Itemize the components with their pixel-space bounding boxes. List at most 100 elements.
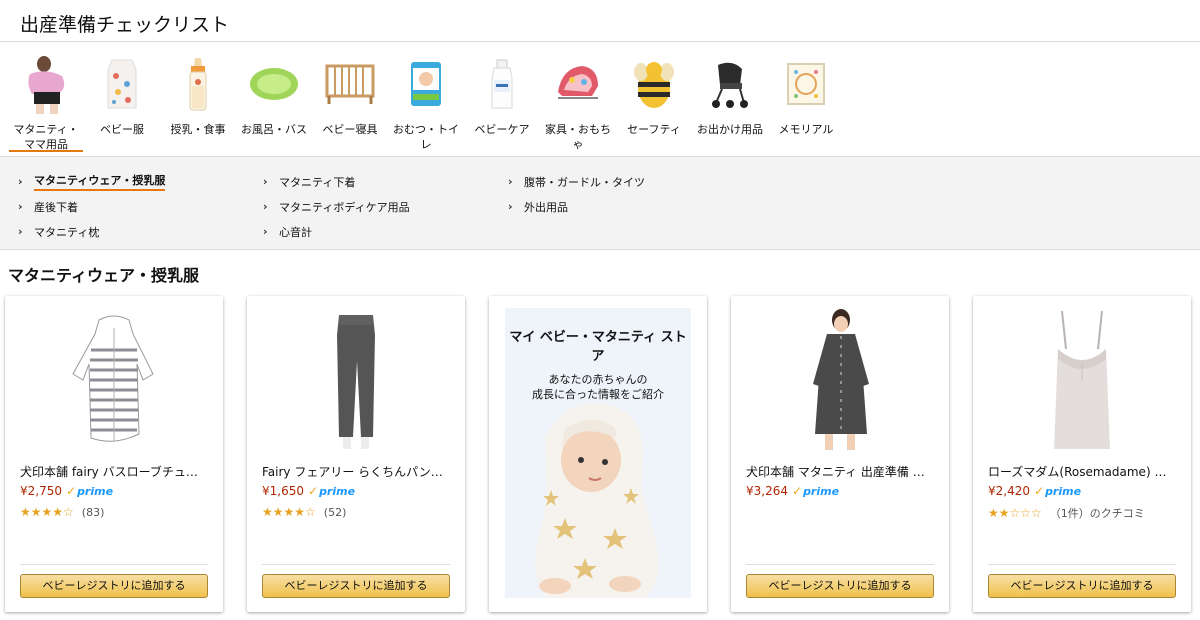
- category-furniture-toys[interactable]: 家具・おもちゃ: [540, 52, 616, 156]
- category-label: お風呂・バス: [241, 123, 307, 136]
- subnav-label: マタニティウェア・授乳服: [34, 172, 166, 191]
- diapers-icon: [394, 52, 458, 116]
- check-icon: ✓: [792, 484, 803, 498]
- category-memorial[interactable]: メモリアル: [768, 52, 844, 156]
- category-label: メモリアル: [778, 123, 834, 136]
- stroller-icon: [698, 52, 762, 116]
- category-diapers[interactable]: おむつ・トイレ: [388, 52, 464, 156]
- category-label: お出かけ用品: [697, 123, 763, 136]
- subnav-item-outing-goods[interactable]: › 外出用品: [508, 194, 645, 219]
- category-label: マタニティ・ママ用品: [9, 122, 83, 152]
- category-babycare[interactable]: ベビーケア: [464, 52, 540, 156]
- lotion-icon: [470, 52, 534, 116]
- category-label: おむつ・トイレ: [393, 123, 459, 151]
- category-label: ベビー寝具: [322, 123, 378, 136]
- page-header: 出産準備チェックリスト: [0, 0, 1200, 42]
- check-icon: ✓: [308, 484, 319, 498]
- maternity-icon: [14, 52, 78, 116]
- product-title[interactable]: 犬印本舗 fairy バスローブチュ…: [20, 463, 208, 480]
- category-label: ベビー服: [100, 123, 144, 136]
- product-title[interactable]: ローズマダム(Rosemadame) …: [988, 463, 1176, 480]
- review-count: （1件）のクチコミ: [1049, 507, 1145, 520]
- pants-image[interactable]: [247, 296, 465, 454]
- subnav-item-maternity-underwear[interactable]: › マタニティ下着: [263, 169, 410, 194]
- category-feeding[interactable]: 授乳・食事: [160, 52, 236, 156]
- price-row: ¥2,750 ✓ prime: [20, 484, 113, 498]
- subnav-label: 外出用品: [524, 200, 568, 214]
- chevron-right-icon: ›: [18, 175, 23, 188]
- star-rating: ★★★★☆: [20, 505, 74, 519]
- crib-icon: [318, 52, 382, 116]
- divider: [988, 564, 1176, 565]
- promo-heading: マイ ベビー・マタニティ ストア: [509, 330, 687, 364]
- chevron-right-icon: ›: [18, 225, 23, 238]
- category-nav: マタニティ・ママ用品 ベビー服 授乳・食事 お風呂・バス ベビー寝具 おむつ・ト…: [0, 42, 1200, 156]
- chevron-right-icon: ›: [508, 175, 513, 188]
- subnav-item-belly-band[interactable]: › 腹帯・ガードル・タイツ: [508, 169, 645, 194]
- camisole-image[interactable]: [973, 296, 1191, 454]
- product-price: ¥2,420: [988, 484, 1030, 498]
- category-outing[interactable]: お出かけ用品: [692, 52, 768, 156]
- prime-badge: ✓ prime: [792, 484, 840, 498]
- feeding-bottle-icon: [166, 52, 230, 116]
- product-rating[interactable]: ★★★★☆ (52): [262, 505, 346, 519]
- subnav-item-heartbeat-monitor[interactable]: › 心音計: [263, 219, 410, 244]
- product-card[interactable]: 犬印本舗 マタニティ 出産準備 … ¥3,264 ✓ prime ベビーレジストリ…: [731, 296, 949, 612]
- baby-photo-icon: [535, 403, 659, 598]
- category-bedding[interactable]: ベビー寝具: [312, 52, 388, 156]
- chevron-right-icon: ›: [263, 200, 268, 213]
- product-card[interactable]: ローズマダム(Rosemadame) … ¥2,420 ✓ prime ★★☆☆☆…: [973, 296, 1191, 612]
- page-title: 出産準備チェックリスト: [20, 14, 230, 36]
- add-to-registry-button[interactable]: ベビーレジストリに追加する: [262, 574, 450, 598]
- subnav-column: › マタニティウェア・授乳服 › 産後下着 › マタニティ枕: [18, 169, 166, 244]
- memorial-frame-icon: [774, 52, 838, 116]
- category-safety[interactable]: セーフティ: [616, 52, 692, 156]
- add-to-registry-button[interactable]: ベビーレジストリに追加する: [20, 574, 208, 598]
- category-label: 授乳・食事: [170, 123, 226, 136]
- subcategory-nav: › マタニティウェア・授乳服 › 産後下着 › マタニティ枕 › マタニティ下着 › マタ…: [0, 156, 1200, 250]
- prime-badge: ✓ prime: [308, 484, 356, 498]
- category-bath[interactable]: お風呂・バス: [236, 52, 312, 156]
- product-rating[interactable]: ★★★★☆ (83): [20, 505, 104, 519]
- product-carousel: 犬印本舗 fairy バスローブチュ… ¥2,750 ✓ prime ★★★★☆ …: [5, 296, 1200, 612]
- subnav-item-maternity-wear[interactable]: › マタニティウェア・授乳服: [18, 169, 166, 194]
- bouncer-icon: [546, 52, 610, 116]
- chevron-right-icon: ›: [263, 225, 268, 238]
- product-price: ¥3,264: [746, 484, 788, 498]
- store-promo-banner[interactable]: マイ ベビー・マタニティ ストア あなたの赤ちゃんの 成長に合った情報をご紹介: [505, 308, 691, 598]
- bathrobe-image[interactable]: [5, 296, 223, 454]
- section-title: マタニティウェア・授乳服: [8, 266, 200, 285]
- review-count: (52): [323, 505, 347, 519]
- subnav-column: › マタニティ下着 › マタニティボディケア用品 › 心音計: [263, 169, 410, 244]
- divider: [20, 564, 208, 565]
- add-to-registry-button[interactable]: ベビーレジストリに追加する: [988, 574, 1176, 598]
- product-card[interactable]: Fairy フェアリー らくちんパン… ¥1,650 ✓ prime ★★★★☆ …: [247, 296, 465, 612]
- prime-badge: ✓ prime: [1034, 484, 1082, 498]
- category-maternity[interactable]: マタニティ・ママ用品: [8, 52, 84, 156]
- baby-bath-icon: [242, 52, 306, 116]
- product-title[interactable]: Fairy フェアリー らくちんパン…: [262, 463, 450, 480]
- product-title[interactable]: 犬印本舗 マタニティ 出産準備 …: [746, 463, 934, 480]
- category-baby-clothes[interactable]: ベビー服: [84, 52, 160, 156]
- category-label: ベビーケア: [474, 123, 530, 136]
- chevron-right-icon: ›: [263, 175, 268, 188]
- subnav-item-postpartum-underwear[interactable]: › 産後下着: [18, 194, 165, 219]
- baby-clothes-icon: [90, 52, 154, 116]
- subnav-item-maternity-pillow[interactable]: › マタニティ枕: [18, 219, 165, 244]
- chevron-right-icon: ›: [508, 200, 513, 213]
- divider: [746, 564, 934, 565]
- product-rating[interactable]: ★★☆☆☆ （1件）のクチコミ: [988, 505, 1145, 521]
- price-row: ¥1,650 ✓ prime: [262, 484, 355, 498]
- bee-cushion-icon: [622, 52, 686, 116]
- dress-image[interactable]: [731, 296, 949, 454]
- subnav-item-body-care[interactable]: › マタニティボディケア用品: [263, 194, 410, 219]
- subnav-label: 腹帯・ガードル・タイツ: [524, 175, 645, 189]
- product-card[interactable]: 犬印本舗 fairy バスローブチュ… ¥2,750 ✓ prime ★★★★☆ …: [5, 296, 223, 612]
- store-promo-card[interactable]: マイ ベビー・マタニティ ストア あなたの赤ちゃんの 成長に合った情報をご紹介: [489, 296, 707, 612]
- add-to-registry-button[interactable]: ベビーレジストリに追加する: [746, 574, 934, 598]
- price-row: ¥3,264 ✓ prime: [746, 484, 839, 498]
- divider: [262, 564, 450, 565]
- subnav-column: › 腹帯・ガードル・タイツ › 外出用品: [508, 169, 645, 219]
- subnav-label: マタニティボディケア用品: [279, 200, 410, 214]
- category-label: セーフティ: [627, 123, 681, 136]
